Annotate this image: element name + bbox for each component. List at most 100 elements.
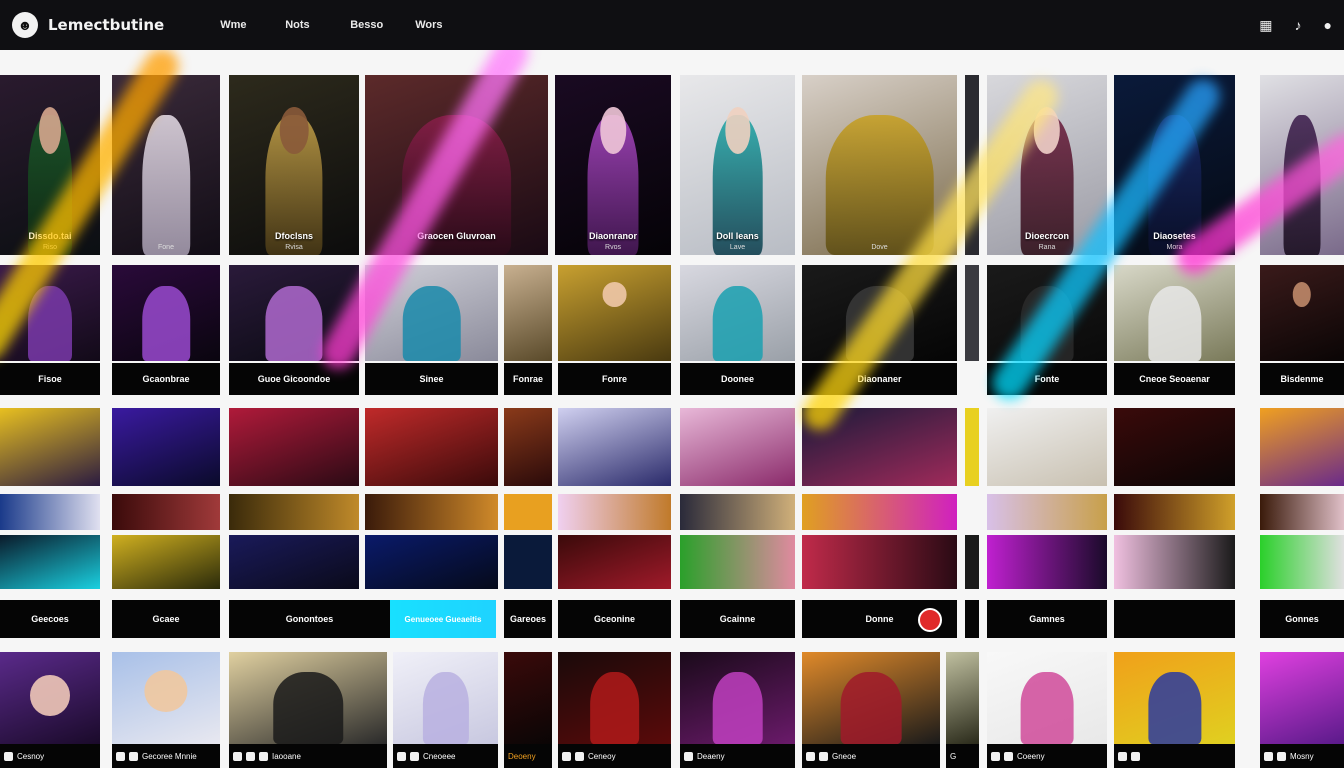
thumb-tile[interactable]	[1114, 408, 1235, 486]
tile-label[interactable]: Gonnes	[1260, 600, 1344, 638]
thumb-tile[interactable]	[1260, 265, 1344, 361]
menu-icon[interactable]	[410, 751, 419, 761]
poster-tile[interactable]	[1260, 75, 1344, 255]
thumb-tile[interactable]	[112, 494, 220, 530]
tile-label[interactable]: Diaonaner	[802, 363, 957, 395]
tile-label[interactable]: Geecoes	[0, 600, 100, 638]
share-icon[interactable]	[246, 751, 255, 761]
tile-label[interactable]: Fisoe	[0, 363, 100, 395]
thumb-tile[interactable]	[229, 265, 359, 361]
play-icon[interactable]	[562, 751, 571, 761]
tile-footer[interactable]	[1114, 744, 1235, 768]
poster-tile[interactable]: Fone	[112, 75, 220, 255]
thumb-tile[interactable]	[112, 408, 220, 486]
thumb-tile[interactable]	[987, 265, 1107, 361]
tile-footer[interactable]: Deoeny	[504, 744, 552, 768]
thumb-tile[interactable]	[365, 265, 498, 361]
thumb-tile[interactable]	[558, 265, 671, 361]
thumb-tile[interactable]	[0, 494, 100, 530]
tile-footer[interactable]: Iaooane	[229, 744, 387, 768]
play-icon[interactable]	[684, 751, 693, 761]
tile-label[interactable]: Gcaee	[112, 600, 220, 638]
thumb-tile[interactable]	[987, 408, 1107, 486]
user-icon[interactable]: ●	[1324, 17, 1332, 34]
portrait-tile[interactable]	[1260, 652, 1344, 744]
poster-tile[interactable]: Dissdo.tai Riso	[0, 75, 100, 255]
tile-footer[interactable]: Mosny	[1260, 744, 1344, 768]
thumb-tile[interactable]	[987, 535, 1107, 589]
thumb-tile[interactable]	[1114, 535, 1235, 589]
thumb-tile[interactable]	[680, 265, 795, 361]
tile-footer[interactable]: G	[946, 744, 979, 768]
thumb-tile[interactable]	[558, 494, 671, 530]
tile-footer[interactable]: Gecoree Mnnie	[112, 744, 220, 768]
thumb-tile[interactable]	[504, 408, 552, 486]
poster-tile[interactable]	[965, 75, 979, 255]
portrait-tile[interactable]	[504, 652, 552, 744]
thumb-tile[interactable]	[365, 408, 498, 486]
record-button[interactable]	[918, 608, 942, 632]
thumb-tile[interactable]	[112, 265, 220, 361]
thumb-tile[interactable]	[1260, 494, 1344, 530]
tile-footer[interactable]: Deaeny	[680, 744, 795, 768]
portrait-tile[interactable]	[802, 652, 940, 744]
thumb-tile[interactable]	[1260, 408, 1344, 486]
portrait-tile[interactable]	[229, 652, 387, 744]
thumb-tile[interactable]	[965, 535, 979, 589]
thumb-tile[interactable]	[558, 408, 671, 486]
poster-tile[interactable]: Doll leans Lave	[680, 75, 795, 255]
play-icon[interactable]	[991, 751, 1000, 761]
thumb-tile[interactable]	[802, 408, 957, 486]
thumb-tile[interactable]	[112, 535, 220, 589]
app-logo-icon[interactable]: ☻	[12, 12, 38, 38]
poster-tile[interactable]: Graocen Gluvroan	[365, 75, 548, 255]
nav-item-3[interactable]: Besso	[350, 19, 415, 31]
tile-footer[interactable]: Cesnoy	[0, 744, 100, 768]
tile-label[interactable]: Cneoe Seoaenar	[1114, 363, 1235, 395]
thumb-tile[interactable]	[1114, 494, 1235, 530]
nav-item-4[interactable]: Wors	[415, 19, 480, 31]
tile-footer[interactable]: Coeeny	[987, 744, 1107, 768]
portrait-tile[interactable]	[987, 652, 1107, 744]
play-icon[interactable]	[233, 751, 242, 761]
nav-item-2[interactable]: Nots	[285, 19, 350, 31]
thumb-tile[interactable]	[680, 408, 795, 486]
bell-icon[interactable]: ♪	[1295, 17, 1302, 34]
tile-label[interactable]: Gcaonbrae	[112, 363, 220, 395]
thumb-tile[interactable]	[504, 494, 552, 530]
portrait-tile[interactable]	[112, 652, 220, 744]
thumb-tile[interactable]	[680, 535, 795, 589]
play-icon[interactable]	[4, 751, 13, 761]
poster-tile[interactable]: Dove	[802, 75, 957, 255]
thumb-tile[interactable]	[229, 408, 359, 486]
tile-label[interactable]: Sinee	[365, 363, 498, 395]
tile-label[interactable]: Fonte	[987, 363, 1107, 395]
thumb-tile[interactable]	[558, 535, 671, 589]
promo-banner[interactable]: Genueoee Gueaeitis	[390, 600, 496, 638]
play-icon[interactable]	[1264, 751, 1273, 761]
tile-label[interactable]: Fonrae	[504, 363, 552, 395]
menu-icon[interactable]	[1004, 751, 1013, 761]
tile-label[interactable]: Gceonine	[558, 600, 671, 638]
thumb-tile[interactable]	[0, 265, 100, 361]
tile-label[interactable]: Guoe Gicoondoe	[229, 363, 359, 395]
tile-label[interactable]: Gcainne	[680, 600, 795, 638]
thumb-tile[interactable]	[365, 494, 498, 530]
play-icon[interactable]	[116, 751, 125, 761]
thumb-tile[interactable]	[0, 535, 100, 589]
thumb-tile[interactable]	[965, 408, 979, 486]
poster-tile[interactable]: Diaonranor Rvos	[555, 75, 671, 255]
menu-icon[interactable]	[819, 751, 828, 761]
thumb-tile[interactable]	[802, 494, 957, 530]
tile-footer[interactable]: Cneoeee	[393, 744, 498, 768]
thumb-tile[interactable]	[0, 408, 100, 486]
menu-icon[interactable]	[259, 751, 268, 761]
portrait-tile[interactable]	[680, 652, 795, 744]
tile-label[interactable]: Fonre	[558, 363, 671, 395]
tile-label[interactable]: Gonontoes	[229, 600, 390, 638]
grid-icon[interactable]: ▦	[1259, 17, 1272, 34]
play-icon[interactable]	[806, 751, 815, 761]
menu-icon[interactable]	[1131, 751, 1140, 761]
portrait-tile[interactable]	[1114, 652, 1235, 744]
thumb-tile[interactable]	[504, 265, 552, 361]
